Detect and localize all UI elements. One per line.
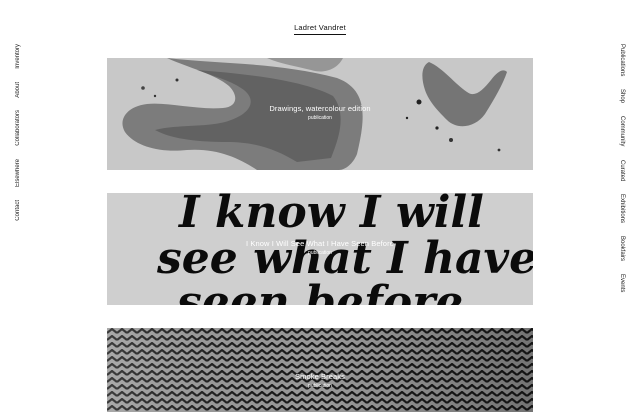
right-nav: Publications Shop Community Curated Exhi…	[619, 44, 625, 305]
nav-item-elsewhere[interactable]: Elsewhere	[15, 159, 21, 187]
nav-item-curated[interactable]: Curated	[619, 160, 625, 181]
card-type: publication	[308, 250, 332, 256]
nav-item-publications[interactable]: Publications	[619, 44, 625, 76]
card-type: publication	[308, 115, 332, 121]
publication-card-smoke-breaks[interactable]: Smoke Breaks publication	[107, 328, 533, 412]
card-caption: Smoke Breaks publication	[107, 372, 533, 389]
site-title-link[interactable]: Ladret Vandret	[294, 23, 346, 35]
artwork-line-1: I know I will	[177, 193, 484, 238]
nav-item-about[interactable]: About	[15, 82, 21, 98]
nav-item-community[interactable]: Community	[619, 116, 625, 146]
nav-item-contact[interactable]: Contact	[15, 200, 21, 221]
nav-item-collaborators[interactable]: Collaborators	[15, 110, 21, 146]
card-type: publication	[308, 383, 332, 389]
zigzag-artwork-image	[107, 328, 533, 412]
card-title: Smoke Breaks	[295, 372, 345, 381]
nav-item-exhibitions[interactable]: Exhibitions	[619, 194, 625, 223]
card-caption: Drawings, watercolour edition publicatio…	[107, 104, 533, 121]
card-caption: I Know I Will See What I Have Seen Befor…	[107, 239, 533, 256]
nav-item-bookfairs[interactable]: Bookfairs	[619, 236, 625, 261]
publication-card-drawings[interactable]: Drawings, watercolour edition publicatio…	[107, 58, 533, 170]
site-header: Ladret Vandret	[0, 23, 640, 35]
card-title: Drawings, watercolour edition	[269, 104, 371, 113]
nav-item-shop[interactable]: Shop	[619, 89, 625, 103]
nav-item-inventory[interactable]: Inventory	[15, 44, 21, 69]
publication-card-i-know[interactable]: I know I will see what I have seen befor…	[107, 193, 533, 305]
left-nav: Inventory About Collaborators Elsewhere …	[15, 44, 21, 234]
nav-item-events[interactable]: Events	[619, 274, 625, 292]
artwork-line-3: seen before	[176, 277, 463, 305]
card-title: I Know I Will See What I Have Seen Befor…	[246, 239, 394, 248]
